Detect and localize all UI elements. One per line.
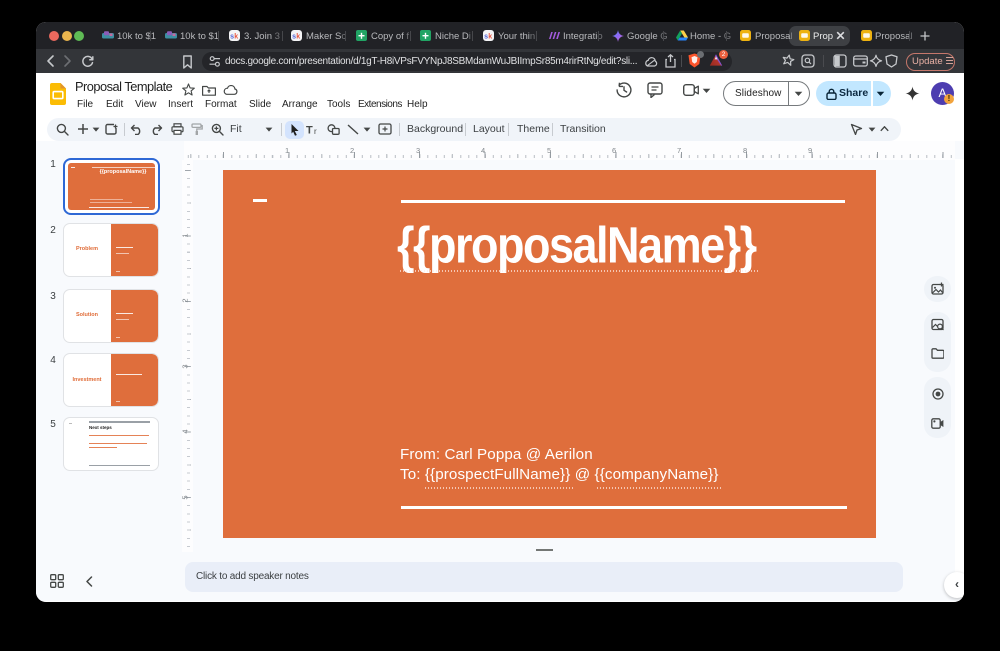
- svg-text:k: k: [488, 33, 492, 40]
- svg-text:k: k: [296, 33, 300, 40]
- svg-text:k: k: [234, 33, 238, 40]
- svg-text:r: r: [314, 127, 317, 135]
- svg-text:T: T: [306, 125, 313, 136]
